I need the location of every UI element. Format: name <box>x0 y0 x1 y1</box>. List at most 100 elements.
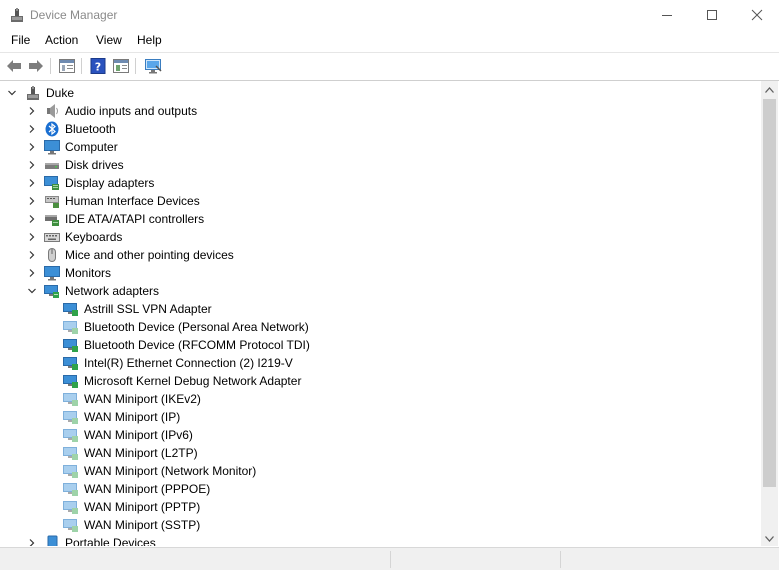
toolbar-separator <box>81 58 82 74</box>
tree-category-audio[interactable]: Audio inputs and outputs <box>0 102 761 120</box>
toolbar-separator <box>50 58 51 74</box>
network-adapter-icon <box>63 375 78 388</box>
toolbar-separator <box>135 58 136 74</box>
keyboard-icon <box>44 233 60 242</box>
menu-help[interactable]: Help <box>135 33 164 47</box>
network-adapter-item[interactable]: WAN Miniport (IP) <box>0 408 761 426</box>
network-adapter-item[interactable]: WAN Miniport (PPTP) <box>0 498 761 516</box>
vertical-scrollbar[interactable] <box>761 81 778 546</box>
tree-category-display-adapters[interactable]: Display adapters <box>0 174 761 192</box>
menu-bar: File Action View Help <box>0 30 779 52</box>
status-pane <box>560 551 561 568</box>
expand-chevron-icon[interactable] <box>27 160 37 170</box>
back-button[interactable] <box>4 56 24 76</box>
help-button[interactable]: ? <box>88 56 108 76</box>
forward-button[interactable] <box>26 56 46 76</box>
network-adapter-label: Astrill SSL VPN Adapter <box>84 302 212 316</box>
expand-chevron-icon[interactable] <box>27 124 37 134</box>
status-bar <box>0 547 779 570</box>
title-bar: Device Manager <box>0 0 779 30</box>
network-adapter-icon <box>63 429 78 442</box>
expand-chevron-icon[interactable] <box>27 538 37 546</box>
maximize-button[interactable] <box>689 0 735 30</box>
network-adapter-icon <box>63 339 78 352</box>
network-adapter-item[interactable]: WAN Miniport (IPv6) <box>0 426 761 444</box>
network-adapter-label: WAN Miniport (PPTP) <box>84 500 201 514</box>
tree-category-label: Display adapters <box>65 176 155 190</box>
expand-chevron-icon[interactable] <box>27 196 37 206</box>
menu-action[interactable]: Action <box>43 33 80 47</box>
network-adapter-label: WAN Miniport (IP) <box>84 410 181 424</box>
network-adapter-icon <box>63 321 78 334</box>
scrollbar-thumb[interactable] <box>763 99 776 487</box>
network-adapter-label: WAN Miniport (IPv6) <box>84 428 193 442</box>
menu-view[interactable]: View <box>94 33 124 47</box>
network-adapter-icon <box>63 447 78 460</box>
properties-icon <box>59 59 75 73</box>
network-adapter-icon <box>63 501 78 514</box>
tree-category-disk-drives[interactable]: Disk drives <box>0 156 761 174</box>
tree-category-ide-controllers[interactable]: IDE ATA/ATAPI controllers <box>0 210 761 228</box>
expand-chevron-icon[interactable] <box>27 178 37 188</box>
speaker-icon <box>47 104 58 118</box>
scroll-down-arrow-icon <box>765 535 774 542</box>
tree-category-mice[interactable]: Mice and other pointing devices <box>0 246 761 264</box>
network-adapter-item[interactable]: Microsoft Kernel Debug Network Adapter <box>0 372 761 390</box>
menu-file[interactable]: File <box>9 33 32 47</box>
network-adapter-icon <box>63 465 78 478</box>
network-adapter-icon <box>63 519 78 532</box>
network-adapter-item[interactable]: Bluetooth Device (RFCOMM Protocol TDI) <box>0 336 761 354</box>
scroll-up-button[interactable] <box>761 81 778 98</box>
tree-category-label: Disk drives <box>65 158 124 172</box>
expand-chevron-icon[interactable] <box>27 268 37 278</box>
expand-chevron-icon[interactable] <box>27 106 37 116</box>
network-adapter-label: WAN Miniport (L2TP) <box>84 446 198 460</box>
tree-category-label: Computer <box>65 140 118 154</box>
maximize-icon <box>707 10 717 20</box>
network-adapter-item[interactable]: WAN Miniport (SSTP) <box>0 516 761 534</box>
tree-category-label: Human Interface Devices <box>65 194 200 208</box>
tree-category-monitors[interactable]: Monitors <box>0 264 761 282</box>
expand-chevron-icon[interactable] <box>27 142 37 152</box>
network-adapter-item[interactable]: Intel(R) Ethernet Connection (2) I219-V <box>0 354 761 372</box>
tree-category-label: Mice and other pointing devices <box>65 248 234 262</box>
close-icon <box>751 9 763 21</box>
tree-category-bluetooth[interactable]: Bluetooth <box>0 120 761 138</box>
tree-category-keyboards[interactable]: Keyboards <box>0 228 761 246</box>
expand-chevron-icon[interactable] <box>27 232 37 242</box>
console-tree-button[interactable] <box>111 56 131 76</box>
properties-button[interactable] <box>57 56 77 76</box>
tree-category-network-adapters[interactable]: Network adapters <box>0 282 761 300</box>
network-adapter-item[interactable]: Astrill SSL VPN Adapter <box>0 300 761 318</box>
hid-icon <box>45 196 59 208</box>
tree-category-hid[interactable]: Human Interface Devices <box>0 192 761 210</box>
scroll-down-button[interactable] <box>761 530 778 546</box>
tree-category-portable-devices[interactable]: Portable Devices <box>0 534 761 546</box>
tree-root-row[interactable]: Duke <box>0 84 761 102</box>
network-adapter-label: Microsoft Kernel Debug Network Adapter <box>84 374 302 388</box>
svg-text:?: ? <box>95 61 101 74</box>
computer-icon <box>44 140 60 155</box>
scan-hardware-button[interactable] <box>143 56 163 76</box>
expand-chevron-icon[interactable] <box>27 250 37 260</box>
window-title: Device Manager <box>30 8 118 22</box>
device-tree: Duke Audio inputs and outputs Bluetooth … <box>0 84 761 546</box>
tree-category-label: Keyboards <box>65 230 123 244</box>
network-adapter-label: Intel(R) Ethernet Connection (2) I219-V <box>84 356 293 370</box>
network-adapter-item[interactable]: WAN Miniport (IKEv2) <box>0 390 761 408</box>
collapse-chevron-icon[interactable] <box>7 88 17 98</box>
network-adapter-item[interactable]: WAN Miniport (PPPOE) <box>0 480 761 498</box>
portable-device-icon <box>47 535 58 546</box>
tree-category-computer[interactable]: Computer <box>0 138 761 156</box>
network-adapter-item[interactable]: Bluetooth Device (Personal Area Network) <box>0 318 761 336</box>
minimize-button[interactable] <box>644 0 690 30</box>
network-adapter-item[interactable]: WAN Miniport (Network Monitor) <box>0 462 761 480</box>
device-manager-app-icon <box>11 8 23 22</box>
collapse-chevron-icon[interactable] <box>27 286 37 296</box>
close-button[interactable] <box>734 0 779 30</box>
network-adapter-icon <box>63 357 78 370</box>
monitor-icon <box>44 266 60 281</box>
network-adapter-item[interactable]: WAN Miniport (L2TP) <box>0 444 761 462</box>
computer-root-icon <box>27 86 39 100</box>
expand-chevron-icon[interactable] <box>27 214 37 224</box>
